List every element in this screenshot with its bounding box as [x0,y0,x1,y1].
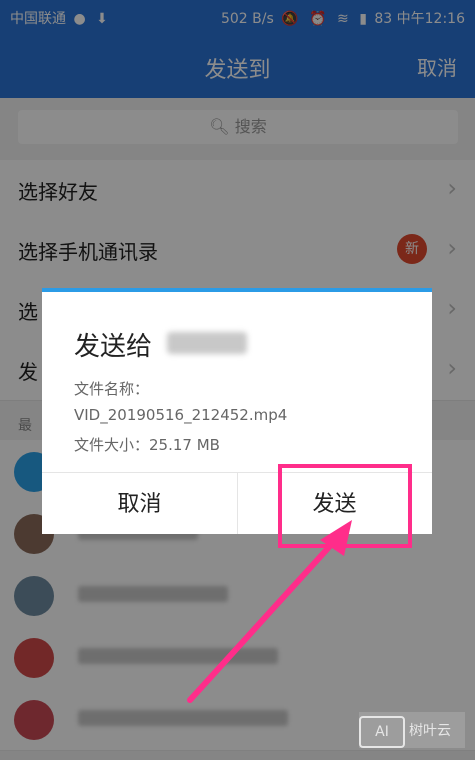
watermark-logo: AI [359,716,405,748]
file-name-value: VID_20190516_212452.mp4 [74,406,288,424]
file-size-line: 文件大小：25.17 MB [74,436,220,454]
dialog-title: 发送给 [74,332,153,362]
highlight-box [278,464,412,548]
file-name-label: 文件名称： [74,380,150,398]
watermark: AI 树叶云 [359,712,465,748]
watermark-text: 树叶云 [409,723,451,739]
dialog-cancel-button[interactable]: 取消 [42,472,237,534]
blurred-recipient-name [167,332,247,354]
